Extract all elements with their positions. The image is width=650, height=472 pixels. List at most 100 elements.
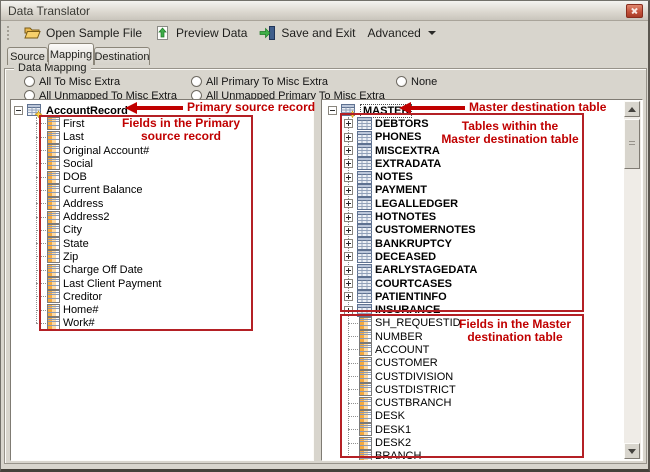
source-field-row[interactable]: City bbox=[11, 224, 313, 237]
master-table-row[interactable]: DEBTORS bbox=[322, 117, 642, 130]
tree-connector bbox=[348, 403, 358, 404]
master-field-row[interactable]: DESK2 bbox=[322, 436, 642, 449]
source-field-row[interactable]: Address bbox=[11, 197, 313, 210]
master-table-row[interactable]: BANKRUPTCY bbox=[322, 237, 642, 250]
source-field-row[interactable]: Current Balance bbox=[11, 184, 313, 197]
record-grid-icon bbox=[27, 104, 43, 118]
radio-none[interactable]: None bbox=[396, 75, 437, 88]
source-field-row[interactable]: DOB bbox=[11, 170, 313, 183]
master-root-node[interactable]: MASTER bbox=[322, 104, 642, 117]
master-field-row[interactable]: CUSTBRANCH bbox=[322, 397, 642, 410]
master-table-row[interactable]: PAYMENT bbox=[322, 184, 642, 197]
master-field-row[interactable]: NUMBER bbox=[322, 330, 642, 343]
source-field-row[interactable]: Creditor bbox=[11, 290, 313, 303]
master-field-label: CUSTDIVISION bbox=[375, 371, 453, 383]
master-table-row[interactable]: EARLYSTAGEDATA bbox=[322, 264, 642, 277]
master-field-row[interactable]: CUSTDIVISION bbox=[322, 370, 642, 383]
master-field-row[interactable]: BRANCH bbox=[322, 450, 642, 461]
source-field-row[interactable]: Original Account# bbox=[11, 144, 313, 157]
expand-plus-icon[interactable] bbox=[344, 292, 353, 301]
field-icon bbox=[47, 237, 60, 250]
source-field-row[interactable]: Home# bbox=[11, 303, 313, 316]
master-field-row[interactable]: ACCOUNT bbox=[322, 343, 642, 356]
source-field-row[interactable]: Charge Off Date bbox=[11, 264, 313, 277]
close-button[interactable] bbox=[626, 4, 643, 18]
master-table-row[interactable]: NOTES bbox=[322, 170, 642, 183]
expand-plus-icon[interactable] bbox=[344, 213, 353, 222]
expand-plus-icon[interactable] bbox=[344, 306, 353, 315]
expand-plus-icon[interactable] bbox=[344, 133, 353, 142]
expand-plus-icon[interactable] bbox=[344, 266, 353, 275]
source-field-row[interactable]: Social bbox=[11, 157, 313, 170]
master-field-row[interactable]: CUSTDISTRICT bbox=[322, 383, 642, 396]
master-table-row[interactable]: LEGALLEDGER bbox=[322, 197, 642, 210]
source-field-row[interactable]: State bbox=[11, 237, 313, 250]
save-exit-icon bbox=[259, 25, 276, 41]
scroll-down-button[interactable] bbox=[624, 443, 640, 459]
collapse-minus-icon[interactable] bbox=[328, 106, 337, 115]
master-table-row[interactable]: DECEASED bbox=[322, 250, 642, 263]
expand-plus-icon[interactable] bbox=[344, 146, 353, 155]
tab-destination[interactable]: Destination bbox=[94, 47, 150, 65]
collapse-minus-icon[interactable] bbox=[14, 106, 23, 115]
expand-plus-icon[interactable] bbox=[344, 186, 353, 195]
master-table-row[interactable]: CUSTOMERNOTES bbox=[322, 224, 642, 237]
source-field-row[interactable]: First bbox=[11, 117, 313, 130]
master-table-row[interactable]: INSURANCE bbox=[322, 303, 642, 316]
master-field-label: BRANCH bbox=[375, 450, 421, 461]
expand-plus-icon[interactable] bbox=[344, 173, 353, 182]
open-sample-file-button[interactable]: Open Sample File bbox=[18, 23, 148, 43]
source-field-row[interactable]: Last bbox=[11, 131, 313, 144]
master-table-row[interactable]: MISCEXTRA bbox=[322, 144, 642, 157]
expand-plus-icon[interactable] bbox=[344, 199, 353, 208]
expand-plus-icon[interactable] bbox=[344, 119, 353, 128]
source-field-row[interactable]: Last Client Payment bbox=[11, 277, 313, 290]
field-icon bbox=[47, 157, 60, 170]
tree-connector bbox=[36, 243, 46, 244]
source-field-row[interactable]: Work# bbox=[11, 317, 313, 330]
field-icon bbox=[47, 224, 60, 237]
radio-all-primary-to-misc-extra[interactable]: All Primary To Misc Extra bbox=[191, 75, 328, 88]
source-field-row[interactable]: Address2 bbox=[11, 210, 313, 223]
source-field-label: Charge Off Date bbox=[63, 264, 143, 276]
master-field-row[interactable]: CUSTOMER bbox=[322, 357, 642, 370]
toolbar-grip-icon bbox=[7, 26, 10, 40]
master-field-row[interactable]: DESK1 bbox=[322, 423, 642, 436]
data-translator-window: Data Translator Open Sample File Preview… bbox=[0, 0, 650, 472]
expand-plus-icon[interactable] bbox=[344, 159, 353, 168]
radio-all-to-misc-extra[interactable]: All To Misc Extra bbox=[24, 75, 120, 88]
table-icon bbox=[357, 277, 372, 290]
master-table-row[interactable]: EXTRADATA bbox=[322, 157, 642, 170]
master-table-label: PHONES bbox=[375, 131, 421, 143]
field-icon bbox=[359, 437, 372, 450]
open-sample-file-label: Open Sample File bbox=[46, 26, 142, 40]
master-table-row[interactable]: PHONES bbox=[322, 131, 642, 144]
scrollbar-thumb[interactable] bbox=[624, 119, 640, 169]
master-table-row[interactable]: COURTCASES bbox=[322, 277, 642, 290]
source-root-node[interactable]: AccountRecord bbox=[11, 104, 313, 117]
tree-connector bbox=[348, 323, 358, 324]
source-field-row[interactable]: Zip bbox=[11, 250, 313, 263]
expand-plus-icon[interactable] bbox=[344, 226, 353, 235]
vertical-scrollbar[interactable] bbox=[624, 101, 641, 459]
preview-data-button[interactable]: Preview Data bbox=[148, 23, 253, 43]
source-field-label: Last Client Payment bbox=[63, 278, 161, 290]
advanced-dropdown-button[interactable]: Advanced bbox=[361, 24, 441, 42]
master-table-row[interactable]: HOTNOTES bbox=[322, 210, 642, 223]
scroll-up-button[interactable] bbox=[624, 101, 640, 117]
save-and-exit-button[interactable]: Save and Exit bbox=[253, 23, 361, 43]
source-field-label: Work# bbox=[63, 317, 95, 329]
field-icon bbox=[47, 277, 60, 290]
master-table-label: EARLYSTAGEDATA bbox=[375, 264, 477, 276]
master-field-row[interactable]: SH_REQUESTID bbox=[322, 317, 642, 330]
open-folder-icon bbox=[24, 25, 41, 41]
tab-mapping[interactable]: Mapping bbox=[48, 43, 94, 65]
master-field-row[interactable]: DESK bbox=[322, 410, 642, 423]
dropdown-caret-icon bbox=[428, 31, 436, 39]
master-table-label: CUSTOMERNOTES bbox=[375, 224, 476, 236]
expand-plus-icon[interactable] bbox=[344, 279, 353, 288]
tree-connector bbox=[36, 283, 46, 284]
master-table-row[interactable]: PATIENTINFO bbox=[322, 290, 642, 303]
expand-plus-icon[interactable] bbox=[344, 239, 353, 248]
expand-plus-icon[interactable] bbox=[344, 252, 353, 261]
